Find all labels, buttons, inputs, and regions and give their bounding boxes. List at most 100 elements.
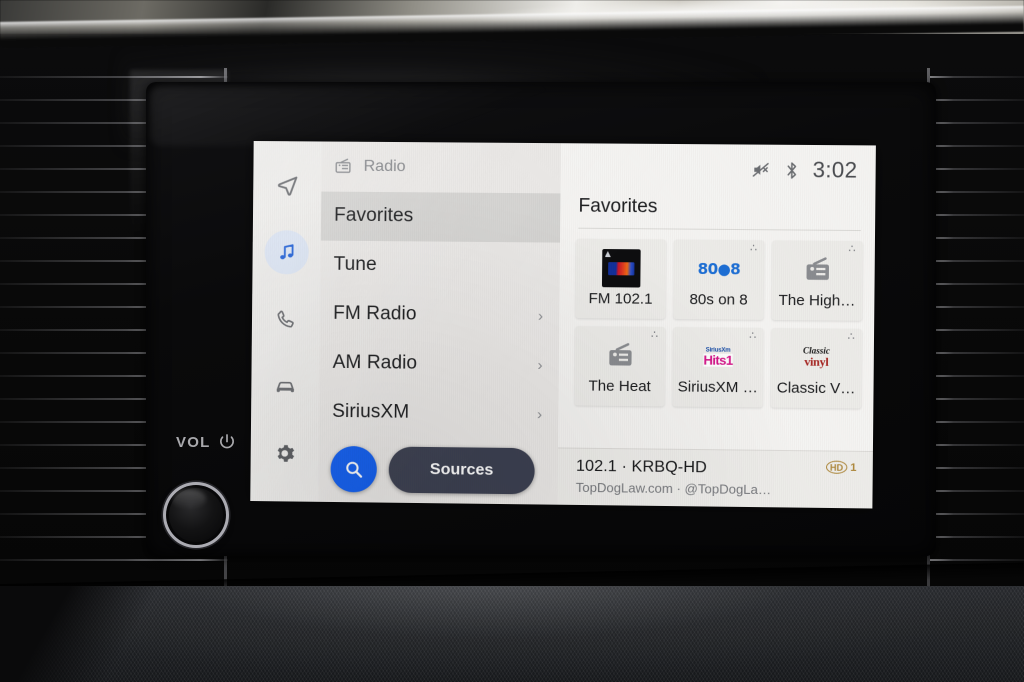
menu-item-label: FM Radio (333, 302, 417, 325)
vent-slat (930, 260, 1024, 262)
favorite-tile-label: The High… (778, 291, 856, 310)
favorite-tile-label: The Heat (588, 377, 651, 396)
vent-slat (930, 329, 1024, 331)
now-playing-subtitle: TopDogLaw.com · @TopDogLa… (575, 479, 772, 498)
panel-header: Radio (321, 141, 561, 192)
clock: 3:02 (812, 157, 858, 183)
favorite-tile-label: Classic V… (776, 379, 856, 398)
rail-item-settings[interactable] (263, 431, 307, 476)
siriusxm-hits1-logo: SiriusXm Hits1 (703, 335, 733, 378)
classic-vinyl-logo: Classic vinyl (803, 336, 830, 379)
favorite-tile[interactable]: ∴ SiriusXm Hits1 SiriusXM … (672, 327, 764, 408)
volume-mute-icon (751, 160, 771, 180)
vent-slat (930, 375, 1024, 377)
menu-item-label: Tune (333, 253, 377, 276)
panel-header-title: Radio (363, 157, 406, 175)
power-icon (220, 434, 235, 449)
vent-slat (930, 421, 1024, 423)
radio-icon (805, 255, 833, 280)
sources-button[interactable]: Sources (388, 446, 535, 495)
favorite-tile[interactable]: ∴ 80●8 80s on 8 (673, 239, 765, 320)
preset-menu-icon[interactable]: ∴ (749, 330, 756, 342)
menu-item-siriusxm[interactable]: SiriusXM › (319, 387, 559, 439)
logo-line-2: vinyl (804, 354, 829, 370)
vent-slat (930, 99, 1024, 101)
chevron-right-icon: › (537, 356, 543, 374)
bezel-highlight (150, 86, 550, 146)
favorite-tile[interactable]: ∴ The Heat (574, 326, 666, 407)
volume-label: VOL (176, 433, 211, 451)
car-icon (276, 381, 294, 392)
menu-item-label: AM Radio (332, 351, 418, 374)
vent-slat (930, 122, 1024, 124)
now-playing-title: 102.1 · KRBQ-HD (575, 457, 707, 477)
vent-slat (930, 513, 1024, 515)
phone-icon (277, 310, 294, 328)
hd-radio-badge: HD 1 (825, 460, 857, 474)
favorite-tile[interactable]: ∴ Classic vinyl Classic V… (770, 328, 862, 409)
radio-menu-list: Favorites Tune FM Radio › AM Radio › SiriusXM › (319, 191, 561, 439)
menu-item-label: SiriusXM (332, 400, 410, 423)
preset-menu-icon[interactable]: ∴ (750, 242, 757, 254)
chevron-right-icon: › (537, 307, 544, 325)
vent-slat (930, 467, 1024, 469)
80s-on-8-logo: 80●8 (697, 248, 741, 291)
rail-item-phone[interactable] (264, 297, 308, 341)
vent-slat (930, 145, 1024, 147)
dashboard-photo: VOL Radio Favorites Tune FM Radio › AM R… (0, 0, 1024, 682)
knob-gloss (172, 489, 206, 509)
preset-menu-icon[interactable]: ∴ (848, 243, 855, 255)
infotainment-screen[interactable]: Radio Favorites Tune FM Radio › AM Radio › Sir… (250, 141, 876, 509)
logo-line-2: Hits1 (703, 352, 733, 368)
rail-item-navigation[interactable] (265, 163, 309, 207)
gear-icon (277, 444, 294, 462)
vent-slat (930, 191, 1024, 193)
menu-item-favorites[interactable]: Favorites (320, 191, 561, 243)
hd-badge-channel: 1 (850, 461, 857, 474)
vent-slat (930, 490, 1024, 492)
station-album-art (601, 247, 641, 290)
vent-slat (930, 559, 1024, 561)
preset-menu-icon[interactable]: ∴ (651, 329, 658, 341)
menu-item-am-radio[interactable]: AM Radio › (319, 338, 559, 390)
menu-item-label: Favorites (333, 204, 414, 227)
favorites-grid: FM 102.1 ∴ 80●8 80s on 8 ∴ The High… ∴ The Heat… (558, 229, 875, 409)
now-playing-text: 102.1 · KRBQ-HD TopDogLaw.com · @TopDogL… (576, 458, 772, 497)
vent-slat (0, 559, 228, 561)
vent-slat (930, 398, 1024, 400)
favorite-tile-label: FM 102.1 (588, 290, 653, 308)
now-playing-bar[interactable]: 102.1 · KRBQ-HD TopDogLaw.com · @TopDogL… (557, 447, 873, 509)
music-note-icon (280, 244, 294, 260)
bluetooth-icon (784, 159, 799, 180)
vent-slat (930, 214, 1024, 216)
favorite-tile[interactable]: ∴ The High… (771, 240, 863, 321)
station-album-art (601, 248, 641, 288)
rail-item-vehicle[interactable] (263, 364, 307, 408)
hd-badge-mark: HD (825, 460, 848, 474)
air-vent-right (930, 70, 1024, 600)
chevron-right-icon: › (536, 405, 543, 423)
favorite-tile-label: SiriusXM … (677, 378, 758, 397)
favorite-tile-label: 80s on 8 (689, 290, 748, 309)
vent-slat (930, 283, 1024, 285)
radio-menu-panel: Radio Favorites Tune FM Radio › AM Radio › Sir… (318, 141, 561, 505)
favorite-tile[interactable]: FM 102.1 (575, 238, 667, 319)
app-rail (250, 141, 322, 502)
menu-item-tune[interactable]: Tune (320, 240, 560, 291)
menu-item-fm-radio[interactable]: FM Radio › (320, 289, 560, 340)
siriusxm-hits1-logo: SiriusXm Hits1 (703, 347, 733, 368)
volume-label-group: VOL (176, 432, 237, 452)
search-button[interactable] (330, 446, 377, 493)
favorites-title: Favorites (578, 195, 658, 218)
vent-slat (930, 306, 1024, 308)
preset-menu-icon[interactable]: ∴ (848, 331, 855, 343)
vent-slat (930, 237, 1024, 239)
navigation-arrow-icon (277, 176, 298, 196)
search-icon (345, 461, 362, 478)
80s-on-8-logo: 80●8 (697, 259, 741, 279)
radio-icon (335, 158, 351, 173)
rail-item-media[interactable] (264, 230, 309, 275)
status-bar: 3:02 (560, 143, 875, 196)
vent-slat (930, 536, 1024, 538)
panel-action-row: Sources (318, 436, 558, 504)
